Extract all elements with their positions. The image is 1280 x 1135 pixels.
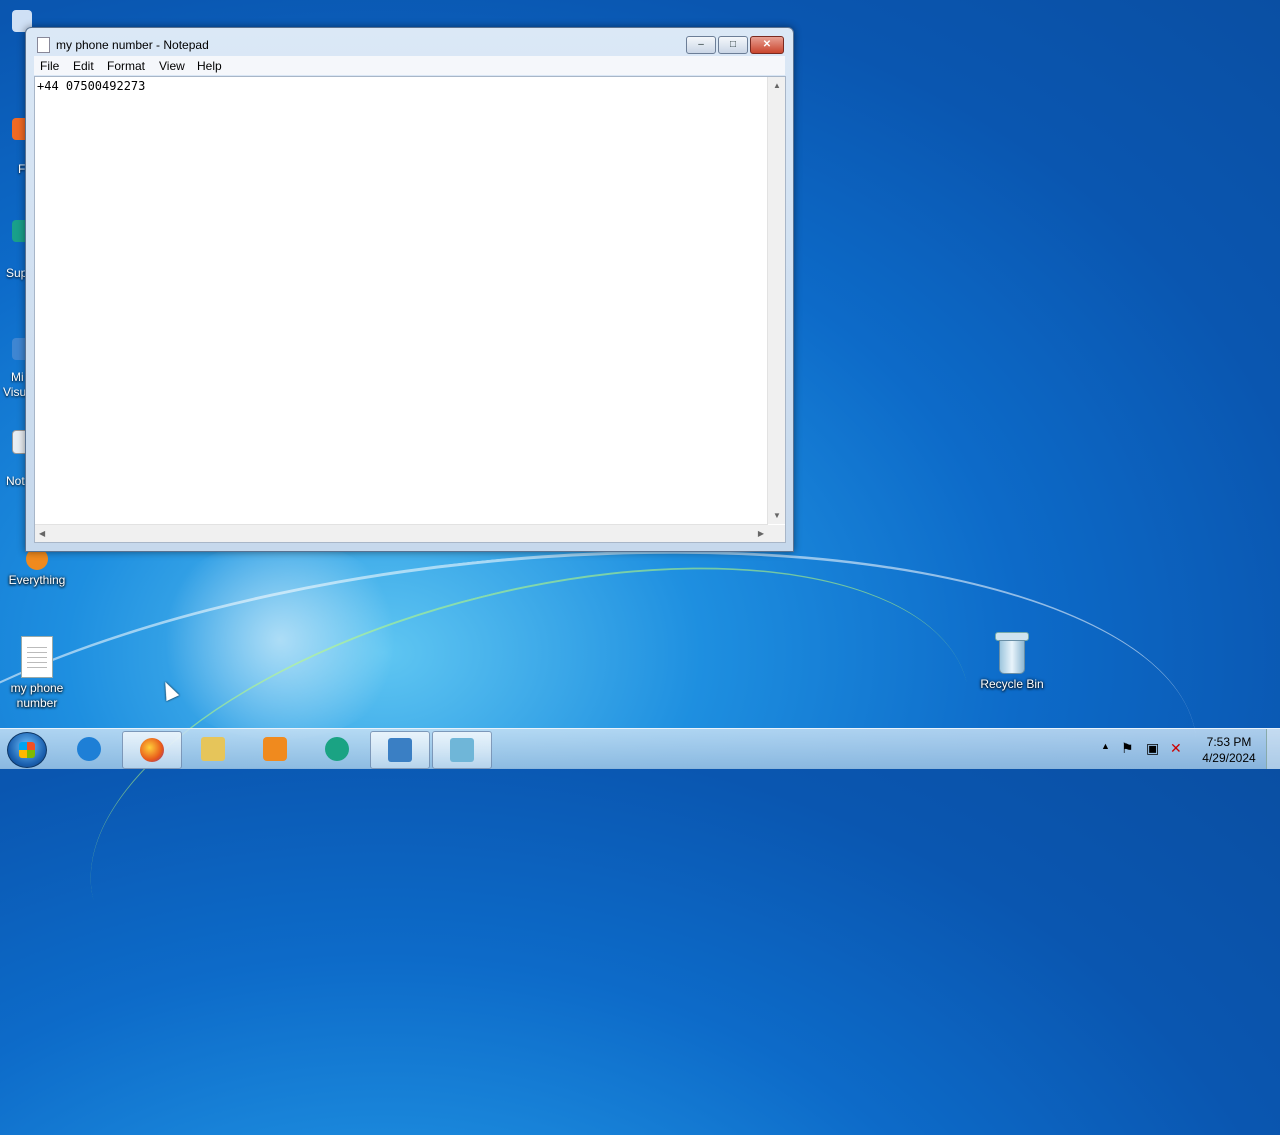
desktop-icon-label: Mi [11,370,24,384]
firefox-icon [140,738,164,762]
network-icon[interactable]: ▣ [1146,740,1159,780]
menu-bar: File Edit Format View Help [34,56,785,75]
desktop-icon-label: Visu [3,385,27,399]
file-explorer-icon [201,737,225,761]
resize-grip-icon[interactable] [768,525,785,542]
system-clock[interactable]: 7:53 PM 4/29/2024 [1196,734,1262,766]
start-button[interactable] [7,732,47,768]
clock-date: 4/29/2024 [1202,751,1256,765]
taskbar-file-explorer[interactable] [184,731,242,767]
notepad-title-icon [37,37,50,53]
taskbar-notepad[interactable] [432,731,492,769]
show-desktop-button[interactable] [1266,729,1280,769]
desktop-glow [150,540,410,740]
scroll-down-arrow-icon[interactable]: ▼ [773,511,781,520]
show-hidden-icons-icon[interactable]: ▲ [1101,741,1110,781]
remote-desktop-icon [388,738,412,762]
action-center-flag-icon[interactable]: ⚑ [1121,740,1134,780]
text-file-icon [21,636,53,678]
menu-file[interactable]: File [40,59,59,73]
desktop-icon-label: Everything [8,573,66,587]
taskbar: ▲ ⚑ ▣ ✕ 7:53 PM 4/29/2024 [0,728,1280,769]
text-editor[interactable]: +44 07500492273 ▲ ▼ ◀ ▶ [34,76,786,543]
teal-app-icon [325,737,349,761]
menu-format[interactable]: Format [107,59,145,73]
internet-explorer-icon [77,737,101,761]
desktop-icon-label: my phone number [10,681,64,710]
scroll-left-arrow-icon[interactable]: ◀ [39,529,45,538]
taskbar-media-player[interactable] [246,731,304,767]
menu-view[interactable]: View [159,59,185,73]
minimize-button[interactable]: – [686,36,716,54]
horizontal-scrollbar[interactable]: ◀ ▶ [35,524,768,542]
scroll-up-arrow-icon[interactable]: ▲ [773,81,781,90]
vertical-scrollbar[interactable]: ▲ ▼ [767,77,785,524]
notepad-window: my phone number - Notepad – □ ✕ File Edi… [25,27,794,552]
menu-help[interactable]: Help [197,59,222,73]
window-title: my phone number - Notepad [56,38,209,52]
clock-time: 7:53 PM [1206,735,1252,749]
taskbar-teal-app[interactable] [308,731,366,767]
recycle-bin-icon [995,632,1029,674]
taskbar-internet-explorer[interactable] [60,731,118,767]
notepad-icon [450,738,474,762]
menu-edit[interactable]: Edit [73,59,94,73]
scroll-right-arrow-icon[interactable]: ▶ [758,529,764,538]
maximize-button[interactable]: □ [718,36,748,54]
desktop-icon-recycle-bin[interactable]: Recycle Bin [975,632,1049,691]
taskbar-remote-desktop[interactable] [370,731,430,769]
desktop-icon-label: Recycle Bin [980,677,1044,691]
close-button[interactable]: ✕ [750,36,784,54]
desktop-icon-label: Not [6,474,25,488]
media-player-icon [263,737,287,761]
document-text[interactable]: +44 07500492273 [37,79,145,93]
title-bar[interactable]: my phone number - Notepad – □ ✕ [26,28,793,58]
desktop-icon-my-phone-number[interactable]: my phone number [0,636,74,711]
desktop-icon-everything[interactable]: Everything [0,548,74,587]
volume-muted-icon[interactable]: ✕ [1170,740,1182,780]
taskbar-firefox[interactable] [122,731,182,769]
